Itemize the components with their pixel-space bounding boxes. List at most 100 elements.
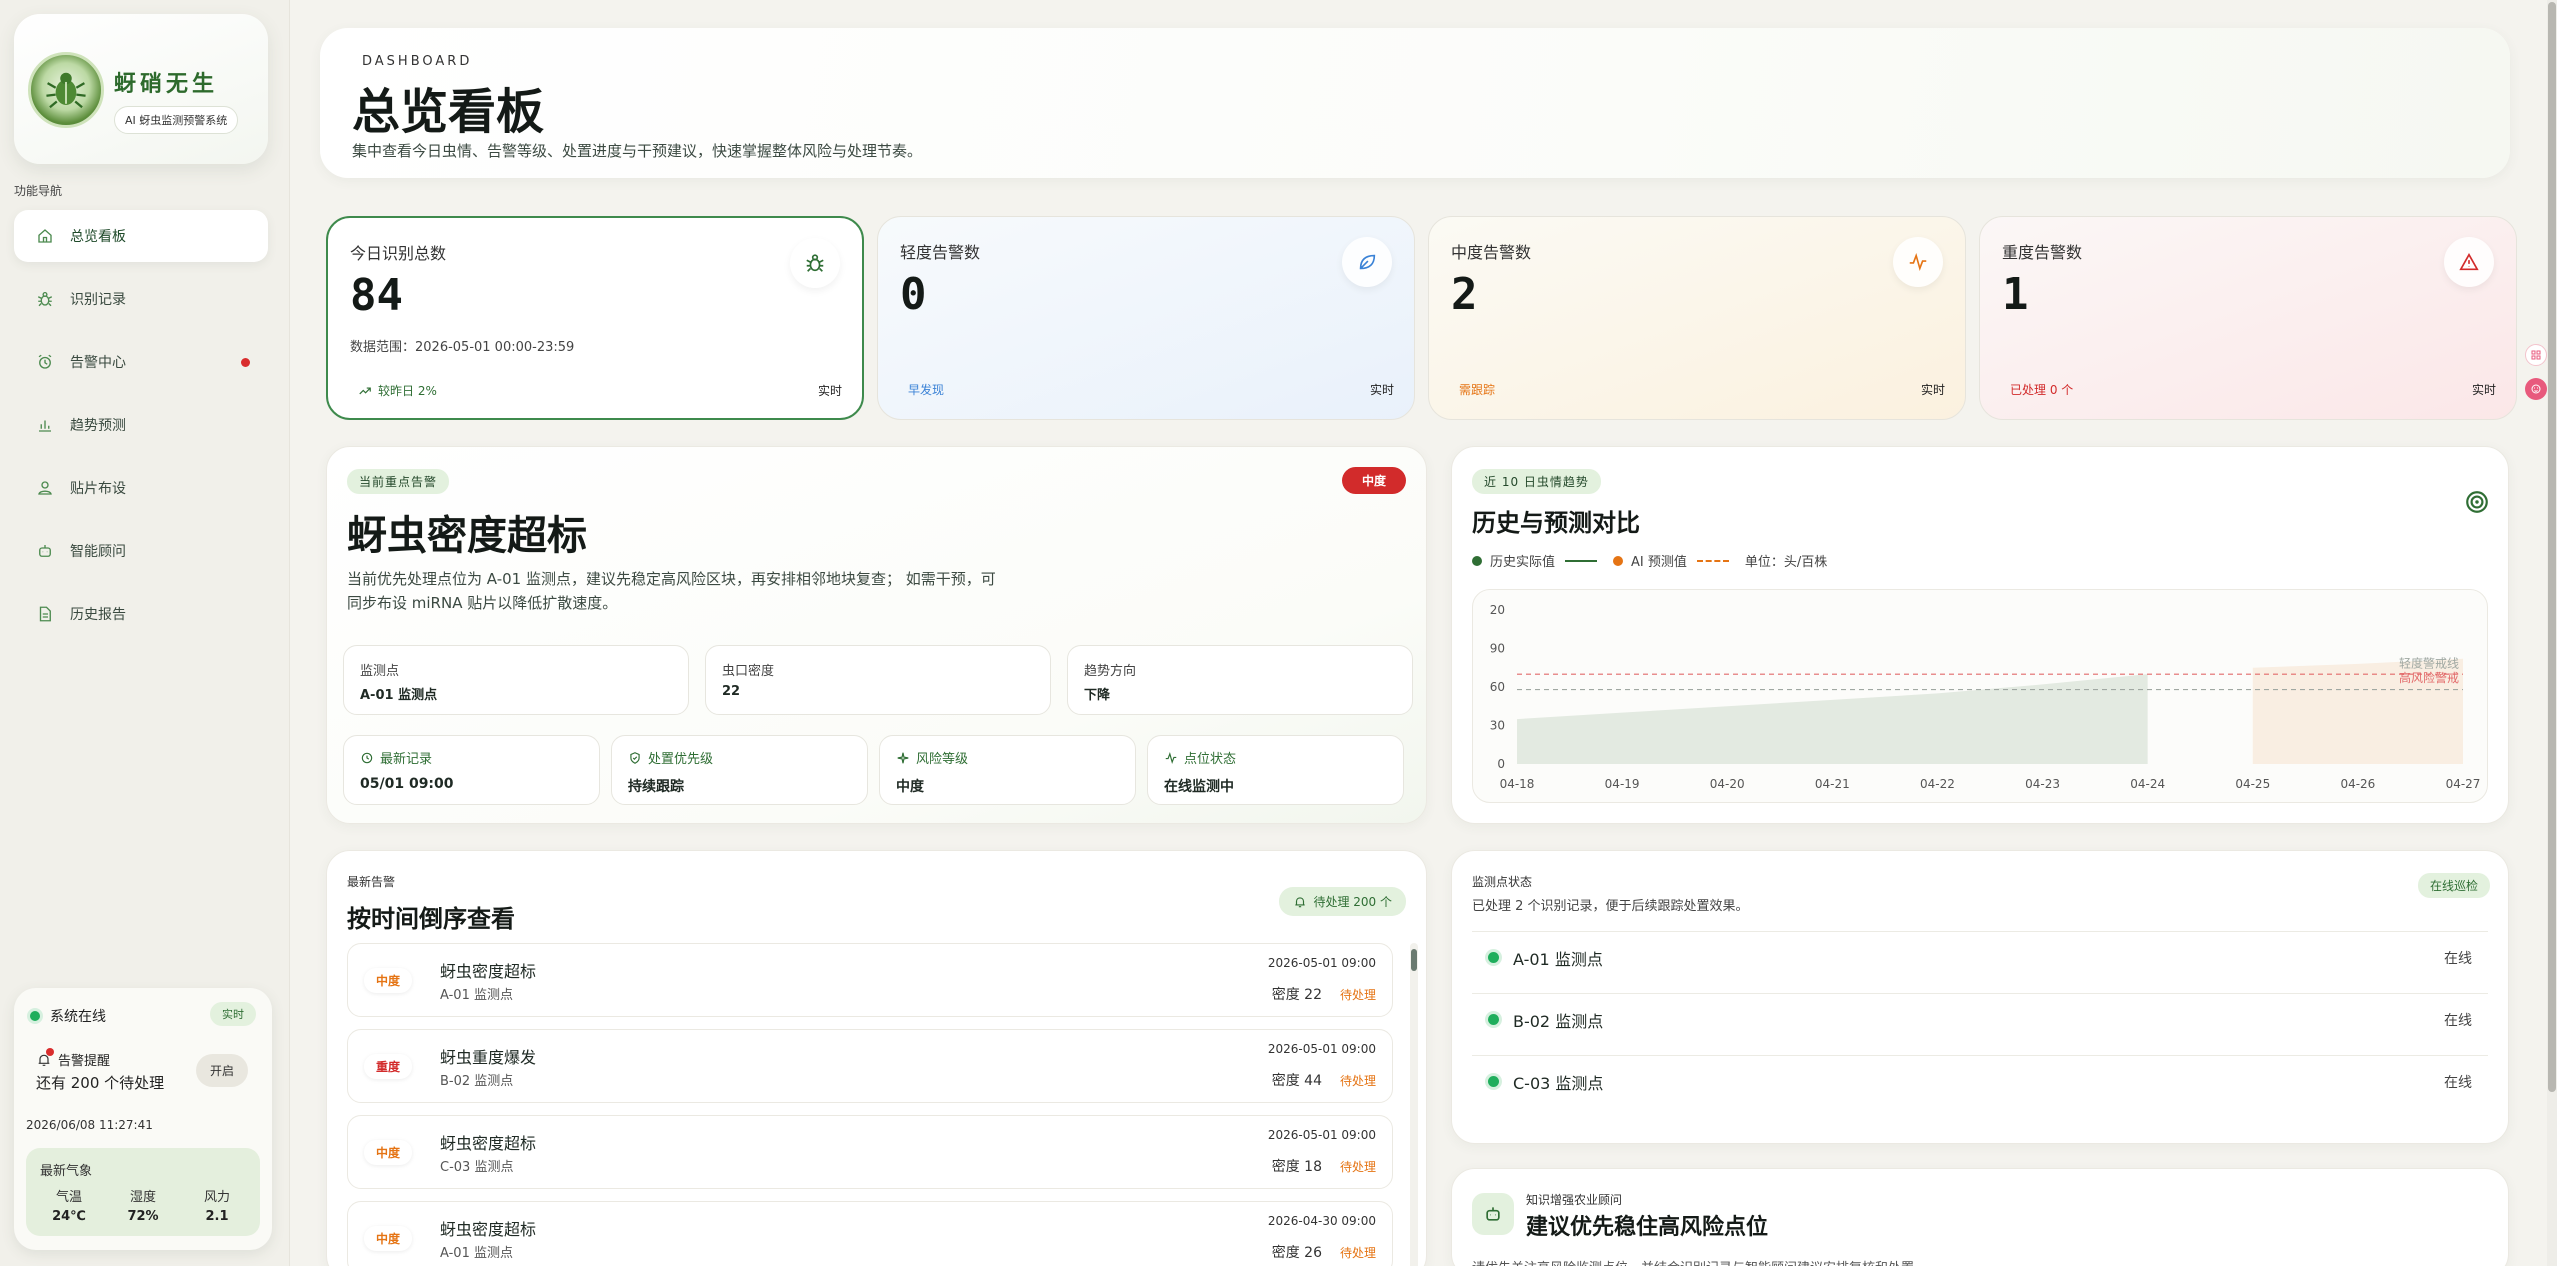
alert-reminder-title: 告警提醒 bbox=[36, 1048, 110, 1069]
system-status-card: 系统在线 实时 告警提醒 还有 200 个待处理 开启 2026/06/08 1… bbox=[14, 988, 272, 1250]
clock-icon bbox=[361, 752, 373, 763]
grid-icon bbox=[2531, 350, 2541, 360]
alert-row[interactable]: 重度 蚜虫重度爆发 B-02 监测点 2026-05-01 09:00 密度 4… bbox=[347, 1029, 1393, 1103]
kv-density: 虫口密度 22 bbox=[705, 645, 1051, 715]
live-badge: 实时 bbox=[210, 1002, 256, 1026]
chip-risk-level: 风险等级 中度 bbox=[879, 735, 1136, 805]
nav-item-records[interactable]: 识别记录 bbox=[14, 273, 268, 325]
nav-item-label: 趋势预测 bbox=[70, 418, 126, 434]
brand-card[interactable]: 蚜硝无生 AI 蚜虫监测预警系统 bbox=[14, 14, 268, 164]
nav-item-label: 智能顾问 bbox=[70, 544, 126, 560]
aphid-logo-icon bbox=[46, 72, 86, 109]
focus-pill: 当前重点告警 bbox=[347, 469, 450, 494]
alerts-scrollbar[interactable] bbox=[1410, 943, 1418, 1266]
site-row-b02[interactable]: B-02 监测点 在线 bbox=[1472, 993, 2488, 1045]
advisor-icon-box bbox=[1472, 1193, 1514, 1235]
page-scrollbar[interactable] bbox=[2547, 0, 2557, 1266]
nav-item-label: 告警中心 bbox=[70, 355, 126, 371]
legend-unit: 单位：头/百株 bbox=[1744, 555, 1828, 570]
y-tick-label: 20 bbox=[1490, 603, 1505, 617]
stat-live: 实时 bbox=[1920, 383, 1945, 397]
alert-row[interactable]: 中度 蚜虫密度超标 A-01 监测点 2026-05-01 09:00 密度 2… bbox=[347, 943, 1393, 1017]
alert-level-badge: 中度 bbox=[364, 968, 413, 993]
x-tick-label: 04-25 bbox=[2235, 777, 2270, 791]
site-row-a01[interactable]: A-01 监测点 在线 bbox=[1472, 931, 2488, 983]
alert-level-badge: 中度 bbox=[364, 1140, 413, 1165]
grid-tool-button[interactable] bbox=[2525, 344, 2547, 366]
notification-dot bbox=[46, 1048, 54, 1056]
nav-item-label: 贴片布设 bbox=[70, 481, 126, 497]
threshold-label: 高风险警戒 bbox=[2399, 670, 2459, 685]
target-icon[interactable] bbox=[2464, 489, 2490, 515]
document-icon bbox=[39, 606, 51, 622]
y-tick-label: 60 bbox=[1490, 680, 1505, 694]
alert-row[interactable]: 中度 蚜虫密度超标 A-01 监测点 2026-04-30 09:00 密度 2… bbox=[347, 1201, 1393, 1266]
assistant-tool-button[interactable] bbox=[2525, 378, 2547, 400]
advisor-title: 建议优先稳住高风险点位 bbox=[1526, 1214, 1769, 1240]
site-name: A-01 监测点 bbox=[1513, 949, 1603, 969]
stat-foot: 需跟踪 bbox=[1459, 383, 1496, 397]
bar-chart-icon bbox=[39, 420, 51, 432]
x-tick-label: 04-22 bbox=[1920, 777, 1955, 791]
legend-actual-dot bbox=[1472, 555, 1482, 566]
focus-title: 蚜虫密度超标 bbox=[347, 512, 587, 559]
sites-badge: 在线巡检 bbox=[2417, 873, 2490, 898]
nav-item-label: 总览看板 bbox=[70, 229, 126, 245]
nav-item-trend[interactable]: 趋势预测 bbox=[14, 399, 268, 451]
stat-live: 实时 bbox=[2471, 383, 2496, 397]
x-tick-label: 04-24 bbox=[2130, 777, 2165, 791]
page-kicker: DASHBOARD bbox=[362, 54, 473, 69]
alert-status: 待处理 bbox=[1339, 1160, 1376, 1174]
sidebar: 蚜硝无生 AI 蚜虫监测预警系统 功能导航 总览看板 识别记录 告警中心 趋势预… bbox=[0, 0, 290, 1266]
stat-foot: 早发现 bbox=[908, 383, 945, 397]
site-status: 在线 bbox=[2444, 1074, 2472, 1091]
pulse-icon bbox=[1165, 751, 1177, 764]
chart-legend: 历史实际值 AI 预测值 单位：头/百株 bbox=[1472, 551, 1827, 570]
alarm-icon bbox=[38, 354, 52, 369]
alert-toggle-button[interactable]: 开启 bbox=[195, 1054, 248, 1087]
site-status-panel: 监测点状态 已处理 2 个识别记录，便于后续跟踪处置效果。 在线巡检 A-01 … bbox=[1451, 850, 2509, 1144]
x-tick-label: 04-21 bbox=[1815, 777, 1850, 791]
nav-item-label: 历史报告 bbox=[70, 607, 126, 623]
alerts-title: 按时间倒序查看 bbox=[347, 904, 515, 933]
page-title: 总览看板 bbox=[352, 84, 545, 140]
nav-item-dashboard[interactable]: 总览看板 bbox=[14, 210, 268, 262]
stat-card-light[interactable]: 轻度告警数 0 早发现 实时 bbox=[877, 216, 1415, 420]
weather-title: 最新气象 bbox=[40, 1164, 93, 1179]
alert-time: 2026-04-30 09:00 bbox=[1267, 1214, 1376, 1228]
weather-card: 最新气象 气温 24℃ 湿度 72% 风力 2.1 bbox=[26, 1148, 260, 1236]
alerts-scrollbar-thumb[interactable] bbox=[1411, 949, 1417, 971]
pending-badge[interactable]: 待处理 200 个 bbox=[1279, 887, 1406, 916]
y-tick-label: 90 bbox=[1490, 642, 1505, 656]
page-scrollbar-thumb[interactable] bbox=[2548, 2, 2556, 1092]
nav-item-reports[interactable]: 历史报告 bbox=[14, 588, 268, 640]
online-dot bbox=[30, 1011, 40, 1021]
system-online: 系统在线 bbox=[30, 1006, 106, 1026]
x-tick-label: 04-20 bbox=[1710, 777, 1745, 791]
stat-card-total[interactable]: 今日识别总数 84 数据范围：2026-05-01 00:00-23:59 较昨… bbox=[326, 216, 864, 420]
system-datetime: 2026/06/08 11:27:41 bbox=[26, 1118, 153, 1132]
stat-icon bbox=[790, 238, 840, 288]
weather-wind: 风力 2.1 bbox=[203, 1190, 230, 1224]
alert-row[interactable]: 中度 蚜虫密度超标 C-03 监测点 2026-05-01 09:00 密度 1… bbox=[347, 1115, 1393, 1189]
alert-time: 2026-05-01 09:00 bbox=[1267, 1128, 1376, 1142]
online-dot bbox=[1488, 1014, 1499, 1025]
home-icon bbox=[38, 229, 52, 243]
advisor-panel: 知识增强农业顾问 建议优先稳住高风险点位 请优先关注高风险监测点位，并结合识别记… bbox=[1451, 1168, 2509, 1266]
stat-card-severe[interactable]: 重度告警数 1 已处理 0 个 实时 bbox=[1979, 216, 2517, 420]
alert-time: 2026-05-01 09:00 bbox=[1267, 1042, 1376, 1056]
stat-card-medium[interactable]: 中度告警数 2 需跟踪 实时 bbox=[1428, 216, 1966, 420]
nav-item-patch[interactable]: 贴片布设 bbox=[14, 462, 268, 514]
alerts-kicker: 最新告警 bbox=[347, 875, 396, 889]
sparkle-icon bbox=[897, 752, 909, 763]
focus-description: 当前优先处理点位为 A-01 监测点，建议先稳定高风险区块，再安排相邻地块复查；… bbox=[347, 570, 996, 612]
leaf-icon bbox=[1359, 254, 1376, 270]
nav-item-advisor[interactable]: 智能顾问 bbox=[14, 525, 268, 577]
legend-actual-label: 历史实际值 bbox=[1490, 555, 1556, 570]
site-row-c03[interactable]: C-03 监测点 在线 bbox=[1472, 1055, 2488, 1107]
stat-live: 实时 bbox=[1369, 383, 1394, 397]
site-status: 在线 bbox=[2444, 950, 2472, 967]
online-dot bbox=[1488, 1076, 1499, 1087]
legend-actual-line bbox=[1565, 559, 1598, 562]
nav-item-alerts[interactable]: 告警中心 bbox=[14, 336, 268, 388]
